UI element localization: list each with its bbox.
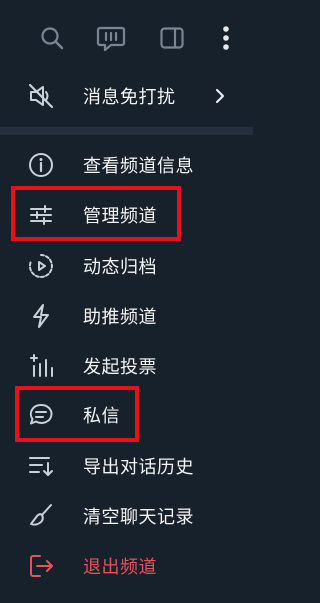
menu-item-view-info[interactable]: 查看频道信息 [0, 145, 253, 185]
menu-item-manage[interactable]: 管理频道 [0, 195, 253, 235]
chat-header-toolbar [0, 0, 253, 76]
menu-item-label: 查看频道信息 [83, 156, 194, 177]
menu-item-label: 私信 [83, 406, 120, 427]
logout-icon [26, 551, 56, 581]
export-list-icon [26, 451, 56, 481]
speaker-off-icon [26, 81, 56, 111]
menu-item-boost[interactable]: 助推频道 [0, 296, 253, 336]
sidebar-toggle-button[interactable] [157, 22, 187, 54]
menu-item-label: 发起投票 [83, 357, 157, 378]
menu-item-stories-archive[interactable]: 动态归档 [0, 246, 253, 286]
menu-item-label: 助推频道 [83, 307, 157, 328]
chevron-right-icon [212, 86, 228, 106]
broom-icon [26, 501, 56, 531]
stories-archive-icon [26, 251, 56, 281]
more-button[interactable] [211, 22, 241, 54]
chat-bubble-icon [96, 26, 126, 52]
lightning-icon [26, 301, 56, 331]
menu-separator [0, 127, 253, 135]
menu-item-clear-history[interactable]: 清空聊天记录 [0, 496, 253, 536]
menu-item-label: 动态归档 [83, 257, 157, 278]
menu-item-label: 退出频道 [83, 557, 157, 578]
more-vertical-icon [223, 26, 229, 50]
search-icon [41, 27, 64, 50]
sliders-icon [26, 200, 56, 230]
menu-item-mute[interactable]: 消息免打扰 [0, 76, 253, 116]
menu-item-label: 清空聊天记录 [83, 507, 194, 528]
menu-item-private-message[interactable]: 私信 [0, 395, 253, 435]
menu-item-label: 管理频道 [83, 206, 157, 227]
menu-item-label: 消息免打扰 [83, 87, 176, 108]
search-button[interactable] [37, 22, 67, 54]
menu-item-poll[interactable]: 发起投票 [0, 346, 253, 386]
message-bubble-icon [26, 400, 56, 430]
menu-item-label: 导出对话历史 [83, 457, 194, 478]
menu-item-export[interactable]: 导出对话历史 [0, 446, 253, 486]
chat-button[interactable] [96, 22, 126, 54]
sidebar-toggle-icon [160, 27, 184, 49]
poll-icon [26, 351, 56, 381]
menu-item-leave-channel[interactable]: 退出频道 [0, 546, 253, 586]
info-icon [26, 150, 56, 180]
